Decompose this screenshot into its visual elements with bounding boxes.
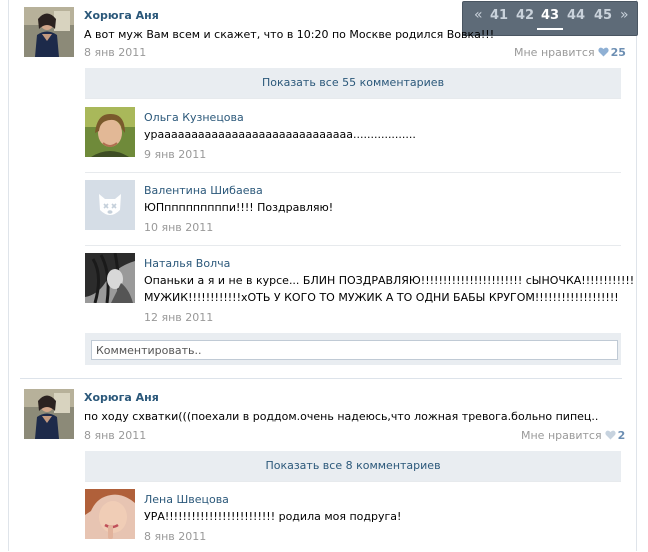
pager-prev-button[interactable]: «	[474, 7, 483, 23]
post-author-avatar[interactable]	[24, 7, 74, 57]
post-text: по ходу схватки(((поехали в роддом.очень…	[84, 410, 599, 423]
post-author-avatar[interactable]	[24, 389, 74, 439]
pager-page-42[interactable]: 42	[516, 8, 534, 23]
comment-text: УРА!!!!!!!!!!!!!!!!!!!!!!!!! родила моя …	[144, 510, 402, 523]
comment-form	[85, 333, 621, 365]
comment-date[interactable]: 9 янв 2011	[144, 148, 206, 161]
pager-page-41[interactable]: 41	[490, 8, 508, 23]
post-author-name[interactable]: Хорюга Аня	[84, 9, 159, 22]
comment-input[interactable]	[91, 340, 618, 360]
page-frame-left	[8, 0, 9, 551]
comment-date[interactable]: 8 янв 2011	[144, 530, 206, 543]
comment-date[interactable]: 12 янв 2011	[144, 311, 213, 324]
comment-author-name[interactable]: Валентина Шибаева	[144, 184, 263, 197]
comment-author-name[interactable]: Наталья Волча	[144, 257, 230, 270]
show-all-comments-button[interactable]: Показать все 8 комментариев	[85, 451, 621, 481]
post-text: А вот муж Вам всем и скажет, что в 10:20…	[84, 28, 495, 41]
heart-icon	[597, 47, 609, 57]
comment-avatar[interactable]	[85, 107, 135, 157]
comment-author-name[interactable]: Лена Швецова	[144, 493, 229, 506]
comment-text-line-1: Опаньки а я и не в курсе... БЛИН ПОЗДРАВ…	[144, 274, 635, 287]
comment-date[interactable]: 10 янв 2011	[144, 221, 213, 234]
post-divider	[20, 378, 622, 379]
like-button[interactable]: Мне нравится 2	[521, 429, 625, 442]
heart-icon	[604, 430, 616, 440]
like-count: 25	[610, 46, 626, 59]
deactivated-dog-icon[interactable]	[85, 180, 135, 230]
comment-avatar[interactable]	[85, 489, 135, 539]
like-button[interactable]: Мне нравится 25	[514, 46, 626, 59]
post-author-name[interactable]: Хорюга Аня	[84, 391, 159, 404]
like-label: Мне нравится	[514, 46, 595, 59]
page-frame-right	[636, 0, 637, 551]
pager-page-45[interactable]: 45	[594, 8, 612, 23]
pager-current-underline	[537, 28, 563, 30]
comment-author-name[interactable]: Ольга Кузнецова	[144, 111, 244, 124]
comment-avatar[interactable]	[85, 253, 135, 303]
like-label: Мне нравится	[521, 429, 602, 442]
pager-next-button[interactable]: »	[620, 7, 629, 23]
pager-page-44[interactable]: 44	[567, 8, 585, 23]
post-date[interactable]: 8 янв 2011	[84, 46, 146, 59]
show-all-comments-button[interactable]: Показать все 55 комментариев	[85, 68, 621, 98]
post-date[interactable]: 8 янв 2011	[84, 429, 146, 442]
comment-text: урааааааааааааааааааааааааааааа.........…	[144, 128, 416, 141]
comment-text-line-2: МУЖИК!!!!!!!!!!!!хОТЬ У КОГО ТО МУЖИК А …	[144, 291, 619, 304]
comment-text: ЮПпппппппппи!!!! Поздравляю!	[144, 201, 334, 214]
like-count: 2	[617, 429, 626, 442]
pager-page-43-current[interactable]: 43	[541, 8, 559, 23]
